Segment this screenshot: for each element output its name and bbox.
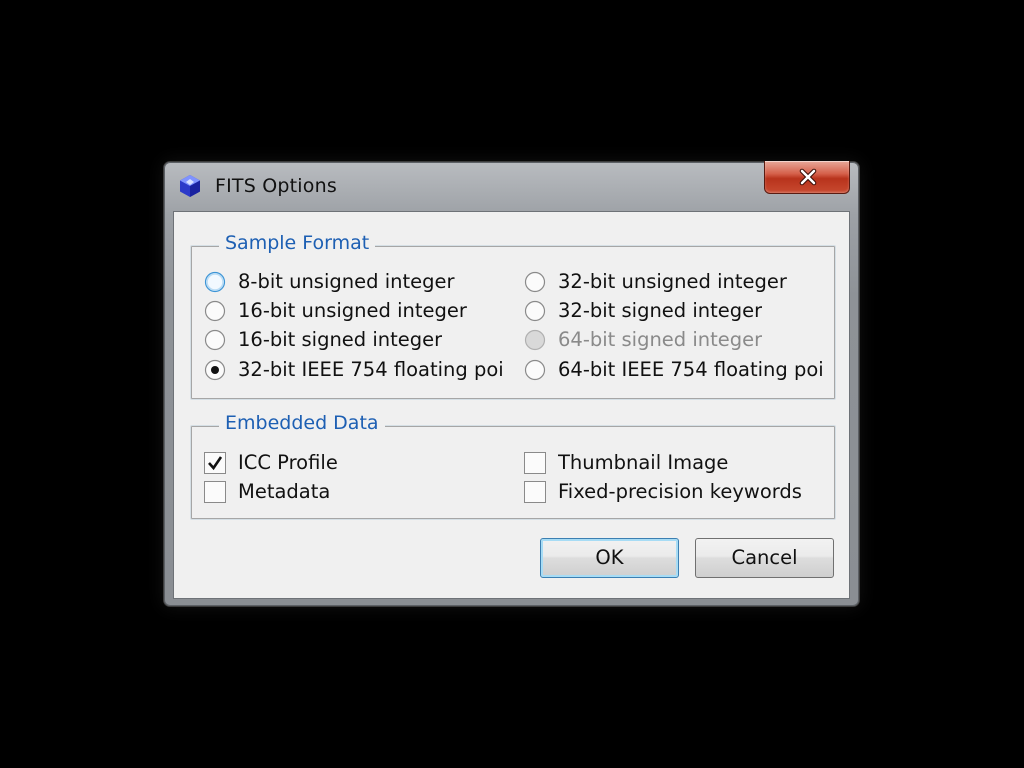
cancel-button[interactable]: Cancel — [695, 538, 834, 578]
radio-label: 8-bit unsigned integer — [238, 270, 455, 293]
radio-8bit-unsigned[interactable]: 8-bit unsigned integer — [204, 269, 504, 295]
radio-label: 32-bit signed integer — [558, 299, 763, 322]
checkbox-label: Thumbnail Image — [558, 451, 729, 474]
radio-icon — [524, 271, 546, 293]
radio-64bit-ieee754[interactable]: 64-bit IEEE 754 floating poir — [524, 357, 822, 383]
radio-icon — [204, 329, 226, 351]
radio-icon — [204, 300, 226, 322]
checkbox-icon — [204, 481, 226, 503]
app-icon — [179, 174, 201, 198]
checkbox-label: Metadata — [238, 480, 331, 503]
checkbox-thumbnail-image[interactable]: Thumbnail Image — [524, 450, 824, 476]
checkbox-icc-profile[interactable]: ICC Profile — [204, 450, 504, 476]
radio-32bit-signed[interactable]: 32-bit signed integer — [524, 298, 824, 324]
radio-icon — [204, 271, 226, 293]
radio-label: 16-bit signed integer — [238, 328, 443, 351]
ok-button[interactable]: OK — [540, 538, 679, 578]
checkbox-icon — [524, 481, 546, 503]
radio-icon — [524, 359, 546, 381]
radio-selected-icon — [204, 359, 226, 381]
checkbox-metadata[interactable]: Metadata — [204, 479, 504, 505]
embedded-data-legend: Embedded Data — [219, 412, 385, 434]
radio-label: 32-bit unsigned integer — [558, 270, 787, 293]
radio-label: 64-bit IEEE 754 floating poir — [558, 358, 822, 381]
checkbox-checked-icon — [204, 452, 226, 474]
radio-64bit-signed: 64-bit signed integer — [524, 327, 824, 353]
radio-16bit-signed[interactable]: 16-bit signed integer — [204, 327, 504, 353]
radio-icon — [524, 300, 546, 322]
checkbox-icon — [524, 452, 546, 474]
radio-label: 32-bit IEEE 754 floating poir — [238, 358, 502, 381]
radio-32bit-ieee754[interactable]: 32-bit IEEE 754 floating poir — [204, 357, 502, 383]
checkbox-label: ICC Profile — [238, 451, 338, 474]
fits-options-dialog: FITS Options Sample Format 8-bit unsigne… — [163, 161, 860, 607]
close-button[interactable] — [764, 161, 850, 194]
radio-16bit-unsigned[interactable]: 16-bit unsigned integer — [204, 298, 504, 324]
radio-32bit-unsigned[interactable]: 32-bit unsigned integer — [524, 269, 824, 295]
radio-label: 64-bit signed integer — [558, 328, 763, 351]
window-title: FITS Options — [215, 175, 337, 197]
title-bar[interactable]: FITS Options — [164, 161, 859, 210]
close-icon — [799, 168, 817, 186]
sample-format-legend: Sample Format — [219, 232, 376, 254]
checkbox-label: Fixed-precision keywords — [558, 480, 802, 503]
checkbox-fixed-precision-keywords[interactable]: Fixed-precision keywords — [524, 479, 824, 505]
dialog-client-area: Sample Format 8-bit unsigned integer 16-… — [173, 211, 850, 599]
radio-disabled-icon — [524, 329, 546, 351]
radio-label: 16-bit unsigned integer — [238, 299, 467, 322]
